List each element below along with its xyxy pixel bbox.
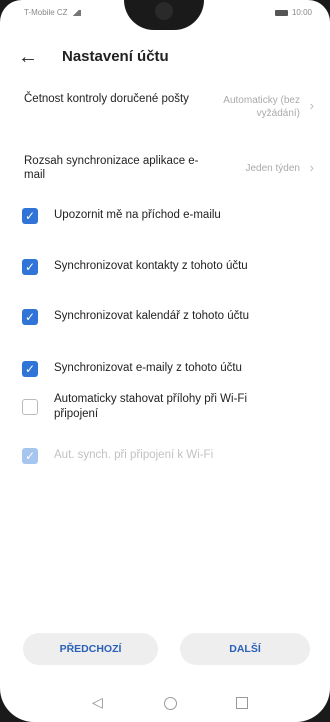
previous-button[interactable]: PŘEDCHOZÍ [23,633,158,665]
setting-label: Rozsah synchronizace aplikace e-mail [24,155,199,181]
front-camera [155,2,173,20]
check-label: Synchronizovat e-maily z tohoto účtu [54,362,242,374]
chevron-right-icon: › [309,160,314,175]
back-arrow-icon[interactable]: ← [17,46,39,68]
setting-value: Automaticky (bez vyžádání) [223,95,300,119]
triangle-back-icon[interactable]: ◁ [92,694,103,711]
setting-check-frequency[interactable]: Četnost kontroly doručené pošty Automati… [24,92,314,119]
check-row-sync-contacts[interactable]: ✓ Synchronizovat kontakty z tohoto účtu [22,259,312,275]
chevron-right-icon: › [309,98,314,113]
checkbox-checked[interactable]: ✓ [22,208,38,224]
phone-screen: T-Mobile CZ 10:00 ← Nastavení účtu Četno… [0,0,330,722]
check-label: Aut. synch. při připojení k Wi-Fi [54,449,214,461]
next-button[interactable]: DALŠÍ [180,633,310,665]
signal-icon [70,9,81,16]
status-left: T-Mobile CZ [24,8,81,17]
setting-label: Četnost kontroly doručené pošty [24,93,189,105]
status-time: 10:00 [291,8,312,17]
checkbox-disabled: ✓ [22,448,38,464]
square-recent-icon[interactable] [236,697,248,709]
check-row-sync-calendar[interactable]: ✓ Synchronizovat kalendář z tohoto účtu [22,309,312,325]
page-title: Nastavení účtu [62,48,169,65]
checkbox-unchecked[interactable] [22,399,38,415]
check-label: Synchronizovat kontakty z tohoto účtu [54,260,248,272]
check-label: Synchronizovat kalendář z tohoto účtu [54,310,249,322]
setting-sync-range[interactable]: Rozsah synchronizace aplikace e-mail Jed… [24,154,314,182]
status-right: 10:00 [274,8,312,17]
circle-home-icon[interactable] [164,697,177,710]
carrier-name: T-Mobile CZ [24,8,68,17]
check-label: Automaticky stahovat přílohy při Wi-Fi p… [54,393,248,420]
battery-icon [274,9,288,16]
app-header: ← Nastavení účtu [0,40,330,78]
check-row-sync-email[interactable]: ✓ Synchronizovat e-maily z tohoto účtu [22,361,312,377]
setting-value: Jeden týden [245,163,301,174]
check-label: Upozornit mě na příchod e-mailu [54,209,221,221]
checkbox-checked[interactable]: ✓ [22,361,38,377]
check-row-auto-download[interactable]: Automaticky stahovat přílohy při Wi-Fi p… [22,392,312,422]
check-row-wifi-sync: ✓ Aut. synch. při připojení k Wi-Fi [22,448,312,464]
checkbox-checked[interactable]: ✓ [22,309,38,325]
check-row-notify[interactable]: ✓ Upozornit mě na příchod e-mailu [22,208,312,224]
checkbox-checked[interactable]: ✓ [22,259,38,275]
system-nav-bar: ◁ [0,690,330,722]
